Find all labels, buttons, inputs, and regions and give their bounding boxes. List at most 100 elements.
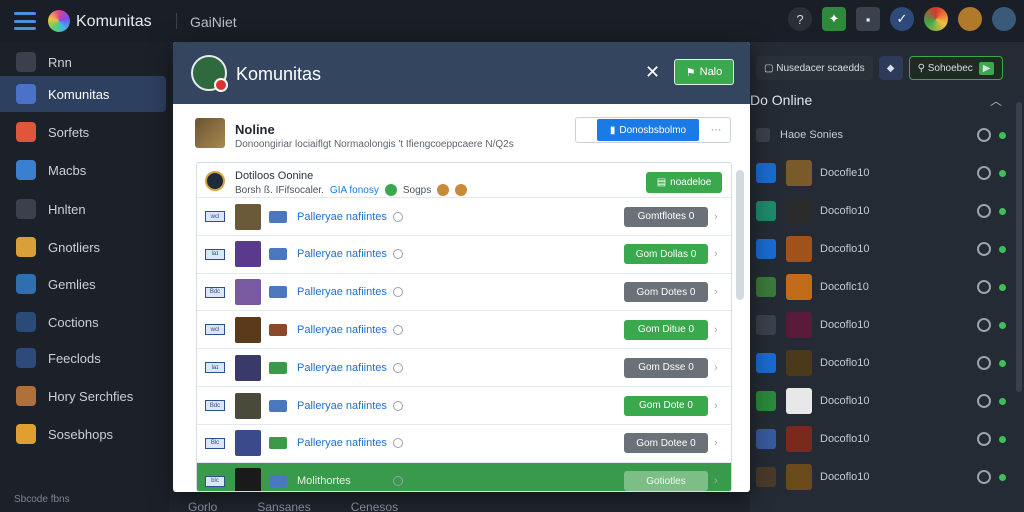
puzzle-icon[interactable]: ✦ bbox=[822, 7, 846, 31]
menu-icon[interactable] bbox=[14, 12, 36, 30]
online-friend-row[interactable]: Docoflc10 bbox=[756, 270, 1006, 304]
chat-icon[interactable] bbox=[977, 356, 991, 370]
chat-icon[interactable] bbox=[977, 432, 991, 446]
bottom-tab[interactable]: Gorlo bbox=[188, 500, 217, 512]
chat-icon[interactable] bbox=[977, 204, 991, 218]
sidebar-item[interactable]: Coctions bbox=[0, 304, 166, 340]
go-button[interactable]: ▶ bbox=[978, 61, 995, 75]
sidebar-item[interactable]: Sosebhops bbox=[0, 416, 166, 452]
list-action-button[interactable]: ▤ noadeloe bbox=[646, 172, 722, 193]
sidebar-item[interactable]: Hory Serchfies bbox=[0, 378, 166, 414]
sidebar-item[interactable]: Komunitas bbox=[0, 76, 166, 112]
sidebar-item[interactable]: Gemlies bbox=[0, 266, 166, 302]
chat-icon[interactable] bbox=[977, 128, 991, 142]
online-friend-row[interactable]: Docoflo10 bbox=[756, 232, 1006, 266]
controller-icon bbox=[269, 286, 287, 299]
row-action-button[interactable]: Gom Ditue 0 bbox=[624, 319, 708, 340]
bottom-tab[interactable]: Sansanes bbox=[257, 500, 310, 512]
chat-icon[interactable] bbox=[977, 470, 991, 484]
member-name[interactable]: Palleryae nafiintes bbox=[297, 211, 393, 223]
bottom-tab[interactable]: Cenesos bbox=[351, 500, 398, 512]
chevron-right-icon[interactable]: › bbox=[714, 286, 718, 298]
filter-button[interactable]: ▢ Nusedacer scaedds bbox=[756, 56, 873, 80]
online-friend-row[interactable]: Haoe Sonies bbox=[756, 118, 1006, 152]
info-icon[interactable] bbox=[393, 211, 403, 222]
avatar-icon[interactable] bbox=[958, 7, 982, 31]
sidebar-item[interactable]: Hnlten bbox=[0, 191, 166, 227]
info-icon[interactable] bbox=[393, 287, 403, 298]
table-row[interactable]: blc Molithortes Gotiotles › bbox=[197, 461, 731, 491]
profile-icon[interactable] bbox=[992, 7, 1016, 31]
row-action-button[interactable]: Gom Dotes 0 bbox=[624, 282, 708, 303]
row-action-button[interactable]: Gom Dotee 0 bbox=[624, 433, 708, 454]
scrollbar[interactable] bbox=[1016, 102, 1022, 392]
info-icon[interactable] bbox=[393, 400, 403, 411]
header-action-button[interactable]: ⚑ Nalo bbox=[674, 59, 734, 85]
bell-icon[interactable]: ▪ bbox=[856, 7, 880, 31]
row-action-button[interactable]: Gom Dote 0 bbox=[624, 395, 708, 416]
info-icon[interactable] bbox=[393, 324, 403, 335]
chat-icon[interactable] bbox=[977, 280, 991, 294]
chat-icon[interactable] bbox=[977, 166, 991, 180]
more-options-button[interactable]: ··· bbox=[702, 119, 730, 141]
chevron-right-icon[interactable]: › bbox=[714, 362, 718, 374]
chevron-right-icon[interactable]: › bbox=[714, 400, 718, 412]
sidebar-item[interactable]: Feeclods bbox=[0, 340, 166, 376]
sidebar-item[interactable]: Gnotliers bbox=[0, 229, 166, 265]
chat-icon[interactable] bbox=[977, 242, 991, 256]
member-name[interactable]: Palleryae nafiintes bbox=[297, 286, 393, 298]
primary-action-button[interactable]: ▮ Donosbsbolmo bbox=[597, 119, 699, 141]
info-icon[interactable] bbox=[393, 362, 403, 373]
chevron-right-icon[interactable]: › bbox=[714, 248, 718, 260]
member-name[interactable]: Palleryae nafiintes bbox=[297, 400, 393, 412]
row-action-button[interactable]: Gom Dollas 0 bbox=[624, 244, 708, 265]
chat-icon[interactable] bbox=[977, 394, 991, 408]
online-friend-row[interactable]: Docoflo10 bbox=[756, 460, 1006, 494]
member-name[interactable]: Palleryae nafiintes bbox=[297, 248, 393, 260]
table-row[interactable]: Blc Palleryae nafiintes Gom Dotee 0 › bbox=[197, 423, 731, 462]
online-friend-row[interactable]: Docoflo10 bbox=[756, 422, 1006, 456]
online-friend-row[interactable]: Docoflo10 bbox=[756, 384, 1006, 418]
member-name[interactable]: Palleryae nafiintes bbox=[297, 437, 393, 449]
close-icon[interactable]: ✕ bbox=[645, 62, 660, 83]
search-button[interactable]: ⚲ Sohoebec ▶ bbox=[908, 56, 1004, 80]
info-icon[interactable] bbox=[393, 476, 403, 487]
info-icon[interactable] bbox=[393, 438, 403, 449]
table-row[interactable]: Bdc Palleryae nafiintes Gom Dotes 0 › bbox=[197, 272, 731, 311]
online-friend-row[interactable]: Docoflo10 bbox=[756, 308, 1006, 342]
row-action-button[interactable]: Gomtflotes 0 bbox=[624, 206, 708, 227]
table-row[interactable]: laɪ Palleryae nafiintes Gom Dollas 0 › bbox=[197, 234, 731, 273]
chevron-right-icon[interactable]: › bbox=[714, 437, 718, 449]
subtitle-link[interactable]: GIA fonosy bbox=[330, 185, 379, 196]
view-toggle[interactable]: ◆ bbox=[878, 56, 903, 80]
table-row[interactable]: wcl Palleryae nafiintes Gomtflotes 0 › bbox=[197, 197, 731, 235]
search-label: Sohoebec bbox=[927, 62, 973, 74]
sidebar-item[interactable]: Rnn bbox=[0, 44, 166, 80]
online-friend-row[interactable]: Docoflo10 bbox=[756, 194, 1006, 228]
row-action-button[interactable]: Gom Dsse 0 bbox=[624, 357, 708, 378]
help-icon[interactable]: ? bbox=[788, 7, 812, 31]
chrome-icon[interactable] bbox=[924, 7, 948, 31]
member-name[interactable]: Palleryae nafiintes bbox=[297, 362, 393, 374]
shield-icon[interactable]: ✓ bbox=[890, 7, 914, 31]
member-name[interactable]: Palleryae nafiintes bbox=[297, 324, 393, 336]
chevron-right-icon[interactable]: › bbox=[714, 211, 718, 223]
chevron-right-icon[interactable]: › bbox=[714, 324, 718, 336]
avatar bbox=[786, 312, 812, 338]
info-icon[interactable] bbox=[393, 249, 403, 260]
controller-icon bbox=[269, 399, 287, 412]
chevron-up-icon[interactable]: ︿ bbox=[990, 92, 1002, 109]
online-friend-row[interactable]: Docofle10 bbox=[756, 156, 1006, 190]
sidebar-item[interactable]: Macbs bbox=[0, 152, 166, 188]
online-friend-row[interactable]: Docoflo10 bbox=[756, 346, 1006, 380]
member-name[interactable]: Molithortes bbox=[297, 475, 393, 487]
sidebar-item[interactable]: Sorfets bbox=[0, 114, 166, 150]
chat-icon[interactable] bbox=[977, 318, 991, 332]
table-row[interactable]: laɪ Palleryae nafiintes Gom Dsse 0 › bbox=[197, 348, 731, 386]
list-scrollbar[interactable] bbox=[736, 170, 744, 300]
controller-icon bbox=[269, 361, 287, 374]
chevron-right-icon[interactable]: › bbox=[714, 475, 718, 487]
table-row[interactable]: wcl Palleryae nafiintes Gom Ditue 0 › bbox=[197, 310, 731, 348]
table-row[interactable]: Bdc Palleryae nafiintes Gom Dote 0 › bbox=[197, 386, 731, 424]
row-action-button[interactable]: Gotiotles bbox=[624, 471, 708, 491]
